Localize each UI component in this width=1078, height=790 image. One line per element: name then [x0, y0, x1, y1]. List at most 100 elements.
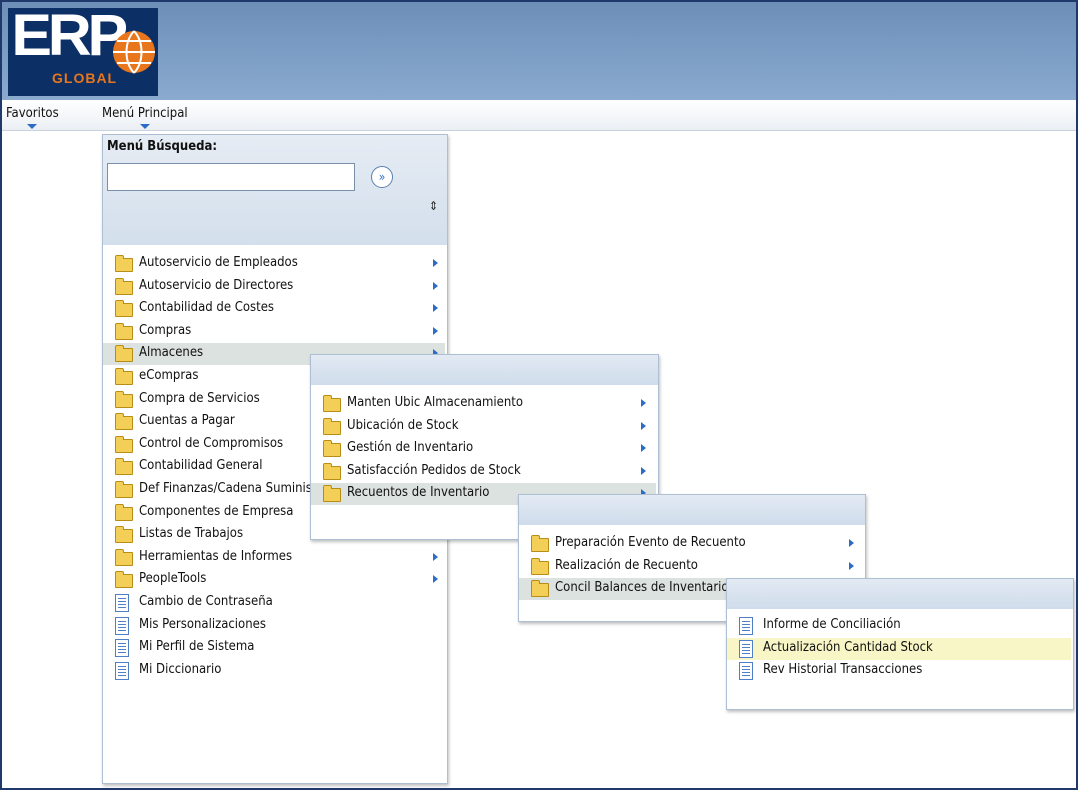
menu-item[interactable]: Mi Diccionario: [103, 660, 445, 682]
menu-item-label: Contabilidad de Costes: [139, 300, 275, 316]
menu-item-label: eCompras: [139, 368, 199, 383]
chevron-down-icon: [27, 124, 38, 129]
folder-icon: [323, 440, 341, 458]
menu-search-area: Menú Búsqueda: » ⇕: [103, 135, 447, 245]
logo-subtext: GLOBAL: [52, 70, 118, 86]
menu-item-label: Compras: [139, 322, 192, 338]
menu-item-label: Rev Historial Transacciones: [763, 662, 923, 678]
menu-item-label: Mi Diccionario: [139, 661, 222, 677]
menu-item-label: Herramientas de Informes: [139, 548, 293, 564]
submenu-header: [519, 495, 865, 525]
folder-icon: [323, 462, 341, 480]
menu-item[interactable]: Rev Historial Transacciones: [727, 660, 1071, 682]
globe-icon: [113, 30, 155, 74]
menu-item[interactable]: Compras: [103, 321, 445, 343]
menu-search-input[interactable]: [107, 163, 355, 191]
menu-item-label: Satisfacción Pedidos de Stock: [347, 462, 521, 478]
menu-item[interactable]: Satisfacción Pedidos de Stock: [311, 461, 656, 483]
menu-item-label: Control de Compromisos: [139, 435, 284, 451]
folder-icon: [115, 322, 133, 340]
menu-item-label: Mis Personalizaciones: [139, 616, 266, 632]
document-icon: [115, 639, 129, 658]
menu-item-label: Componentes de Empresa: [139, 503, 294, 519]
chevron-right-icon: [433, 552, 438, 561]
menu-item[interactable]: Ubicación de Stock: [311, 416, 656, 438]
folder-icon: [531, 557, 549, 575]
menu-item[interactable]: Autoservicio de Empleados: [103, 253, 445, 275]
chevron-right-icon: [849, 539, 854, 547]
menu-item[interactable]: Cambio de Contraseña: [103, 592, 445, 614]
folder-icon: [115, 255, 133, 272]
folder-icon: [115, 481, 133, 498]
menu-item[interactable]: Informe de Conciliación: [727, 615, 1071, 637]
concil-submenu-panel: Informe de Conciliación Actualización Can…: [726, 578, 1074, 710]
main-menu[interactable]: Menú Principal: [102, 106, 188, 129]
menu-item[interactable]: Realización de Recuento: [519, 556, 863, 578]
menu-item-label: PeopleTools: [139, 571, 207, 587]
menu-item[interactable]: Herramientas de Informes: [103, 547, 445, 569]
erp-global-logo: ERP GLOBAL: [8, 3, 158, 96]
folder-icon: [531, 580, 549, 598]
menu-bar: Favoritos Menú Principal: [2, 100, 1076, 131]
folder-icon: [323, 485, 341, 503]
menu-item-label: Autoservicio de Empleados: [139, 255, 298, 270]
menu-item-label: Contabilidad General: [139, 458, 263, 474]
header-banner: ERP GLOBAL: [2, 2, 1076, 100]
menu-item-label: Realización de Recuento: [555, 557, 698, 573]
chevron-right-icon: [641, 399, 646, 407]
submenu-header: [311, 355, 658, 385]
logo-text: ERP: [11, 3, 128, 68]
menu-item-label: Concil Balances de Inventario: [555, 580, 729, 596]
menu-item-label: Cuentas a Pagar: [139, 413, 235, 429]
menu-item[interactable]: Actualización Cantidad Stock: [727, 637, 1071, 660]
menu-item[interactable]: PeopleTools: [103, 569, 445, 591]
main-menu-label: Menú Principal: [102, 106, 188, 121]
chevron-right-icon: [433, 304, 438, 313]
menu-item[interactable]: Preparación Evento de Recuento: [519, 533, 863, 555]
menu-item-label: Gestión de Inventario: [347, 440, 474, 456]
chevron-right-icon: [433, 259, 438, 267]
favorites-menu[interactable]: Favoritos: [6, 106, 59, 129]
menu-item[interactable]: Mis Personalizaciones: [103, 615, 445, 637]
folder-icon: [115, 277, 133, 295]
folder-icon: [531, 535, 549, 552]
menu-item-label: Listas de Trabajos: [139, 526, 244, 542]
menu-item-label: Informe de Conciliación: [763, 617, 901, 632]
menu-search-label: Menú Búsqueda:: [107, 139, 218, 154]
document-icon: [115, 661, 129, 680]
menu-item[interactable]: Mi Perfil de Sistema: [103, 637, 445, 659]
menu-item-label: Def Finanzas/Cadena Suministro: [139, 481, 329, 496]
folder-icon: [115, 458, 133, 476]
menu-item[interactable]: Autoservicio de Directores: [103, 276, 445, 298]
menu-item-label: Ubicación de Stock: [347, 417, 459, 433]
menu-item-label: Mi Perfil de Sistema: [139, 639, 255, 655]
document-icon: [115, 616, 129, 635]
chevron-right-icon: [849, 561, 854, 570]
submenu-header: [727, 579, 1073, 609]
application-window: ERP GLOBAL Favoritos Menú Principal Menú…: [0, 0, 1078, 790]
chevron-right-icon: [433, 281, 438, 290]
folder-icon: [323, 395, 341, 412]
folder-icon: [115, 300, 133, 318]
sort-icon[interactable]: ⇕: [429, 199, 438, 213]
menu-item[interactable]: Manten Ubic Almacenamiento: [311, 393, 656, 415]
document-icon: [739, 662, 753, 681]
chevron-right-icon: [641, 466, 646, 475]
folder-icon: [115, 390, 133, 408]
menu-item-label: Actualización Cantidad Stock: [763, 639, 933, 655]
chevron-right-icon: [433, 575, 438, 584]
menu-item-label: Manten Ubic Almacenamiento: [347, 395, 523, 410]
document-icon: [739, 617, 753, 635]
folder-icon: [115, 548, 133, 566]
menu-item[interactable]: Contabilidad de Costes: [103, 298, 445, 320]
folder-icon: [115, 345, 133, 363]
search-go-button[interactable]: »: [371, 166, 393, 188]
folder-icon: [115, 435, 133, 453]
folder-icon: [115, 503, 133, 521]
menu-item-label: Recuentos de Inventario: [347, 485, 490, 501]
folder-icon: [323, 417, 341, 435]
document-icon: [115, 594, 129, 612]
menu-item-label: Autoservicio de Directores: [139, 277, 294, 293]
folder-icon: [115, 571, 133, 589]
menu-item[interactable]: Gestión de Inventario: [311, 438, 656, 460]
